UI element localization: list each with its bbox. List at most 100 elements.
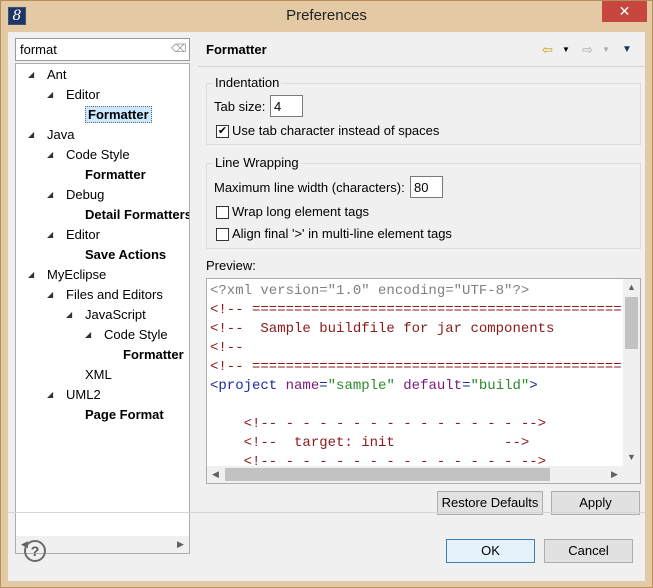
- preferences-window: 8 Preferences ✕ ⌫ ◀ ▶ ◢ Ant ◢ Editor Formatt…: [0, 0, 653, 588]
- code-line: <!-- target: init -->: [210, 435, 530, 451]
- expand-arrow-icon[interactable]: ◢: [28, 125, 38, 145]
- scroll-down-icon[interactable]: ▼: [623, 449, 640, 466]
- tree-item[interactable]: Save Actions: [66, 245, 166, 265]
- tree-item[interactable]: ◢ Code Style: [85, 325, 168, 345]
- preview-horizontal-scrollbar[interactable]: ◀ ▶: [207, 466, 640, 483]
- tree-item-label: Debug: [66, 187, 105, 202]
- expand-arrow-icon[interactable]: ◢: [28, 265, 38, 285]
- tree-item-label: Code Style: [104, 327, 168, 342]
- tree-item-label: Formatter: [85, 167, 146, 182]
- max-width-input[interactable]: [410, 176, 443, 198]
- tree-item[interactable]: ◢ Files and Editors: [47, 285, 163, 305]
- view-menu-icon[interactable]: ▼: [622, 41, 632, 59]
- code-line: <!-- - - - - - - - - - - - - - - -->: [210, 416, 547, 432]
- vertical-scroll-thumb[interactable]: [625, 297, 638, 349]
- preview-vertical-scrollbar[interactable]: ▲ ▼: [623, 279, 640, 466]
- tree-item-label: XML: [85, 367, 112, 382]
- cancel-button[interactable]: Cancel: [544, 539, 633, 563]
- tree-item[interactable]: XML: [66, 365, 112, 385]
- tree-item[interactable]: ◢ JavaScript: [66, 305, 146, 325]
- back-dropdown-icon[interactable]: ▼: [562, 41, 570, 59]
- tree-item-label: Java: [47, 127, 75, 142]
- expand-arrow-icon[interactable]: ◢: [28, 65, 38, 85]
- expand-arrow-icon[interactable]: ◢: [47, 225, 57, 245]
- clear-filter-icon[interactable]: ⌫: [171, 42, 187, 56]
- code-line: <project name="sample" default="build">: [210, 378, 538, 394]
- align-final-label[interactable]: Align final '>' in multi-line element ta…: [232, 226, 452, 241]
- expand-arrow-icon[interactable]: ◢: [47, 285, 57, 305]
- tree-item[interactable]: Detail Formatters: [66, 205, 190, 225]
- expand-arrow-icon[interactable]: ◢: [66, 305, 76, 325]
- wrap-long-checkbox[interactable]: [216, 206, 229, 219]
- code-line: <!--: [210, 340, 244, 356]
- expand-arrow-icon[interactable]: ◢: [47, 85, 57, 105]
- help-icon[interactable]: ?: [24, 540, 46, 562]
- tree-item[interactable]: ◢ Code Style: [47, 145, 130, 165]
- tree-item[interactable]: Page Format: [66, 405, 164, 425]
- close-button[interactable]: ✕: [602, 1, 647, 22]
- tree-item-label: Files and Editors: [66, 287, 163, 302]
- tab-size-label: Tab size:: [214, 99, 266, 114]
- expand-arrow-icon[interactable]: ◢: [47, 385, 57, 405]
- forward-dropdown-icon[interactable]: ▼: [602, 41, 610, 59]
- tree-item[interactable]: ◢ Debug: [47, 185, 104, 205]
- scroll-left-icon[interactable]: ◀: [207, 466, 224, 483]
- dialog-client: ⌫ ◀ ▶ ◢ Ant ◢ Editor Formatter ◢ Java ◢ Code Sty…: [8, 32, 645, 581]
- scroll-right-icon[interactable]: ▶: [172, 536, 189, 553]
- horizontal-scroll-thumb[interactable]: [225, 468, 550, 481]
- line-wrapping-group: Line Wrapping Maximum line width (charac…: [206, 155, 641, 249]
- preview-label: Preview:: [206, 258, 256, 273]
- use-tab-label[interactable]: Use tab character instead of spaces: [232, 123, 439, 138]
- tree-item-label: Page Format: [85, 407, 164, 422]
- tree-item[interactable]: ◢ Java: [28, 125, 74, 145]
- tree-item[interactable]: ◢ UML2: [47, 385, 101, 405]
- filter-input[interactable]: [16, 39, 166, 60]
- forward-arrow-icon[interactable]: ⇨: [582, 41, 593, 59]
- expand-arrow-icon[interactable]: ◢: [47, 145, 57, 165]
- title-bar[interactable]: 8 Preferences ✕: [1, 1, 652, 32]
- indentation-group: Indentation Tab size: ✔ Use tab characte…: [206, 75, 641, 145]
- tree-item[interactable]: ◢ Editor: [47, 225, 100, 245]
- align-final-checkbox[interactable]: [216, 228, 229, 241]
- tree-item-label: Formatter: [123, 347, 184, 362]
- tree-item[interactable]: ◢ MyEclipse: [28, 265, 106, 285]
- tree-item-label: Formatter: [85, 106, 152, 123]
- wrap-long-label[interactable]: Wrap long element tags: [232, 204, 369, 219]
- page-navigation: ⇦ ▼ ⇨ ▼ ▼: [542, 41, 642, 59]
- tree-item[interactable]: ◢ Ant: [28, 65, 67, 85]
- tree-item-label: Editor: [66, 87, 100, 102]
- tree-item-label: Save Actions: [85, 247, 167, 262]
- code-line: <!-- ===================================…: [210, 302, 622, 318]
- max-width-label: Maximum line width (characters):: [214, 180, 405, 195]
- use-tab-checkbox[interactable]: ✔: [216, 125, 229, 138]
- tree-item[interactable]: Formatter: [66, 165, 146, 185]
- filter-box: ⌫: [15, 38, 190, 61]
- tree-item-label: Editor: [66, 227, 100, 242]
- tree-item-label: Ant: [47, 67, 67, 82]
- tree-item-label: JavaScript: [85, 307, 146, 322]
- ok-button[interactable]: OK: [446, 539, 535, 563]
- line-wrapping-title: Line Wrapping: [213, 155, 301, 170]
- bottom-separator: [8, 512, 645, 513]
- expand-arrow-icon[interactable]: ◢: [85, 325, 95, 345]
- code-line: <?xml version="1.0" encoding="UTF-8"?>: [210, 283, 530, 299]
- page-title: Formatter: [206, 42, 267, 57]
- tree-item[interactable]: Formatter: [66, 105, 152, 125]
- tree-item-label: MyEclipse: [47, 267, 107, 282]
- scroll-up-icon[interactable]: ▲: [623, 279, 640, 296]
- title-separator: [198, 66, 645, 67]
- tree-item[interactable]: ◢ Editor: [47, 85, 100, 105]
- preview-code[interactable]: <?xml version="1.0" encoding="UTF-8"?> <!…: [210, 282, 622, 472]
- back-arrow-icon[interactable]: ⇦: [542, 41, 553, 59]
- code-line: <!-- ===================================…: [210, 359, 622, 375]
- scroll-right-icon[interactable]: ▶: [606, 466, 623, 483]
- expand-arrow-icon[interactable]: ◢: [47, 185, 57, 205]
- tab-size-input[interactable]: [270, 95, 303, 117]
- code-line: <!-- Sample buildfile for jar components: [210, 321, 555, 337]
- preference-tree: ◀ ▶ ◢ Ant ◢ Editor Formatter ◢ Java ◢ Code Style…: [15, 63, 190, 554]
- tree-item[interactable]: Formatter: [104, 345, 184, 365]
- preview-area[interactable]: <?xml version="1.0" encoding="UTF-8"?> <!…: [206, 278, 641, 484]
- tree-item-label: Detail Formatters: [85, 207, 190, 222]
- window-title: Preferences: [286, 7, 367, 24]
